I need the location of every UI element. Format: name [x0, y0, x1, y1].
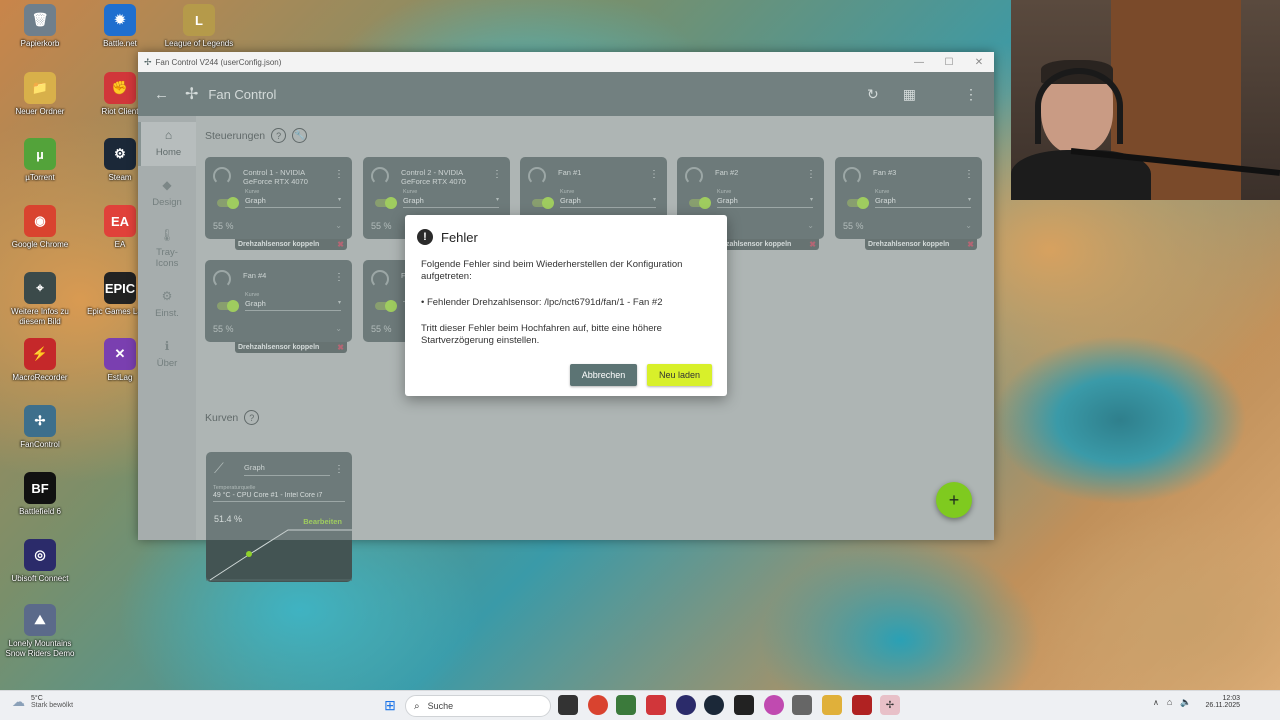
mouse-taskbar-icon[interactable]: [792, 695, 812, 715]
desktop-icon-label: Battle.net: [103, 39, 137, 48]
weather-cloud-icon: ☁: [12, 694, 25, 709]
desktop-icon[interactable]: BF Battlefield 6: [0, 472, 82, 517]
tray: ∧ ⌂ 🔈 12:03 26.11.2025: [1153, 695, 1240, 709]
weather-temp: 5°C: [31, 695, 43, 702]
network-icon[interactable]: ⌂: [1167, 697, 1172, 707]
maximize-button[interactable]: ☐: [934, 57, 964, 68]
desktop-icon-label: League of Legends: [164, 39, 234, 48]
window-title: Fan Control V244 (userConfig.json): [155, 57, 282, 67]
desktop-icon-label: FanControl: [20, 440, 60, 449]
search-label: Suche: [427, 701, 454, 711]
chrome-taskbar-icon[interactable]: [588, 695, 608, 715]
desktop-icon-label: µTorrent: [25, 173, 55, 182]
weather-text: Stark bewölkt: [31, 702, 74, 709]
desktop-icon-label: EA: [114, 240, 126, 249]
desktop-app-icon: EA: [104, 205, 136, 237]
desktop-icon[interactable]: ✢ FanControl: [0, 405, 82, 450]
desktop-icon-label: EstLag: [107, 373, 133, 382]
league-of-legends-icon: L: [183, 4, 215, 36]
desktop-app-icon: ✊: [104, 72, 136, 104]
error-dialog: ! Fehler Folgende Fehler sind beim Wiede…: [405, 215, 727, 396]
task-view-icon[interactable]: [558, 695, 578, 715]
fancontrol-taskbar-icon[interactable]: ✢: [880, 695, 900, 715]
game-taskbar-icon[interactable]: [852, 695, 872, 715]
dialog-hint: Tritt dieser Fehler beim Hochfahren auf,…: [421, 323, 662, 346]
webcam-overlay: [1011, 0, 1280, 200]
fan-app-icon: ✢: [144, 56, 152, 67]
search-icon: ⌕: [414, 700, 420, 712]
cancel-button[interactable]: Abbrechen: [570, 364, 637, 386]
desktop-app-icon: EPIC: [104, 272, 136, 304]
desktop-app-icon: ⚡: [24, 338, 56, 370]
steam-taskbar-icon[interactable]: [704, 695, 724, 715]
desktop-icon-label: Google Chrome: [11, 240, 69, 249]
start-windows-icon[interactable]: ⊞: [380, 695, 400, 715]
desktop-app-icon: ✹: [104, 4, 136, 36]
desktop-app-icon: ⚙: [104, 138, 136, 170]
taskbar: ☁ 5°C Stark bewölkt ⌕ Suche ∧ ⌂ 🔈 12:03 …: [0, 690, 1280, 720]
desktop-icon[interactable]: ◎ Ubisoft Connect: [0, 539, 82, 584]
desktop-app-icon: ✕: [104, 338, 136, 370]
desktop-icon[interactable]: ✹ Battle.net: [78, 4, 162, 49]
desktop-icon[interactable]: ⌖ Weitere Infos zu diesem Bild: [0, 272, 82, 327]
desktop-app-icon: 📁: [24, 72, 56, 104]
dialog-title: Fehler: [441, 229, 478, 245]
volume-icon[interactable]: 🔈: [1180, 697, 1191, 708]
epic-taskbar-icon[interactable]: [734, 695, 754, 715]
desktop-icon-label: Weitere Infos zu diesem Bild: [11, 307, 69, 326]
desktop-icon-label: Lonely Mountains Snow Riders Demo: [5, 639, 75, 658]
curve-current-point: [246, 551, 252, 557]
desktop-icon-label: Papierkorb: [20, 39, 60, 48]
desktop-app-icon: ◉: [24, 205, 56, 237]
desktop-icon-label: Steam: [108, 173, 132, 182]
clock[interactable]: 12:03 26.11.2025: [1205, 695, 1240, 709]
weather-widget[interactable]: ☁ 5°C Stark bewölkt: [12, 694, 73, 710]
riot-taskbar-icon[interactable]: [646, 695, 666, 715]
desktop-icon[interactable]: ⚡ MacroRecorder: [0, 338, 82, 383]
desktop-icon[interactable]: ⛰ Lonely Mountains Snow Riders Demo: [0, 604, 82, 659]
app-taskbar-icon[interactable]: [764, 695, 784, 715]
desktop-icon-league-of-legends[interactable]: L League of Legends: [157, 4, 241, 49]
desktop-app-icon: 🗑: [24, 4, 56, 36]
desktop-app-icon: ✢: [24, 405, 56, 437]
dialog-error-item: • Fehlender Drehzahlsensor: /lpc/nct6791…: [421, 297, 663, 308]
tray-chevron-icon[interactable]: ∧: [1153, 698, 1159, 707]
window-titlebar: ✢ Fan Control V244 (userConfig.json) — ☐…: [138, 52, 994, 72]
desktop-icon-label: Riot Client: [101, 107, 139, 116]
clock-time: 12:03: [1222, 695, 1240, 702]
desktop-app-icon: BF: [24, 472, 56, 504]
desktop-icon[interactable]: 📁 Neuer Ordner: [0, 72, 82, 117]
desktop-icon-label: Neuer Ordner: [15, 107, 65, 116]
desktop-app-icon: ◎: [24, 539, 56, 571]
alert-icon: !: [417, 229, 433, 245]
desktop-icon[interactable]: ◉ Google Chrome: [0, 205, 82, 250]
reload-button[interactable]: Neu laden: [647, 364, 712, 386]
explorer-taskbar-icon[interactable]: [822, 695, 842, 715]
search-box[interactable]: ⌕ Suche: [405, 695, 551, 717]
clock-date: 26.11.2025: [1205, 702, 1240, 709]
close-button[interactable]: ✕: [964, 57, 994, 68]
desktop-icon-label: MacroRecorder: [12, 373, 68, 382]
desktop-icon-label: Battlefield 6: [19, 507, 61, 516]
desktop-icon[interactable]: 🗑 Papierkorb: [0, 4, 82, 49]
dialog-header: ! Fehler: [417, 229, 478, 245]
minimize-button[interactable]: —: [904, 57, 934, 68]
add-fab-button[interactable]: +: [936, 482, 972, 518]
desktop-app-icon: ⌖: [24, 272, 56, 304]
desktop-app-icon: µ: [24, 138, 56, 170]
webcam-headset: [1035, 68, 1123, 144]
desktop-icon-label: Ubisoft Connect: [11, 574, 69, 583]
desktop-app-icon: ⛰: [24, 604, 56, 636]
dialog-intro: Folgende Fehler sind beim Wiederherstell…: [421, 259, 683, 282]
calculator-taskbar-icon[interactable]: [616, 695, 636, 715]
ubisoft-taskbar-icon[interactable]: [676, 695, 696, 715]
desktop-icon[interactable]: µ µTorrent: [0, 138, 82, 183]
